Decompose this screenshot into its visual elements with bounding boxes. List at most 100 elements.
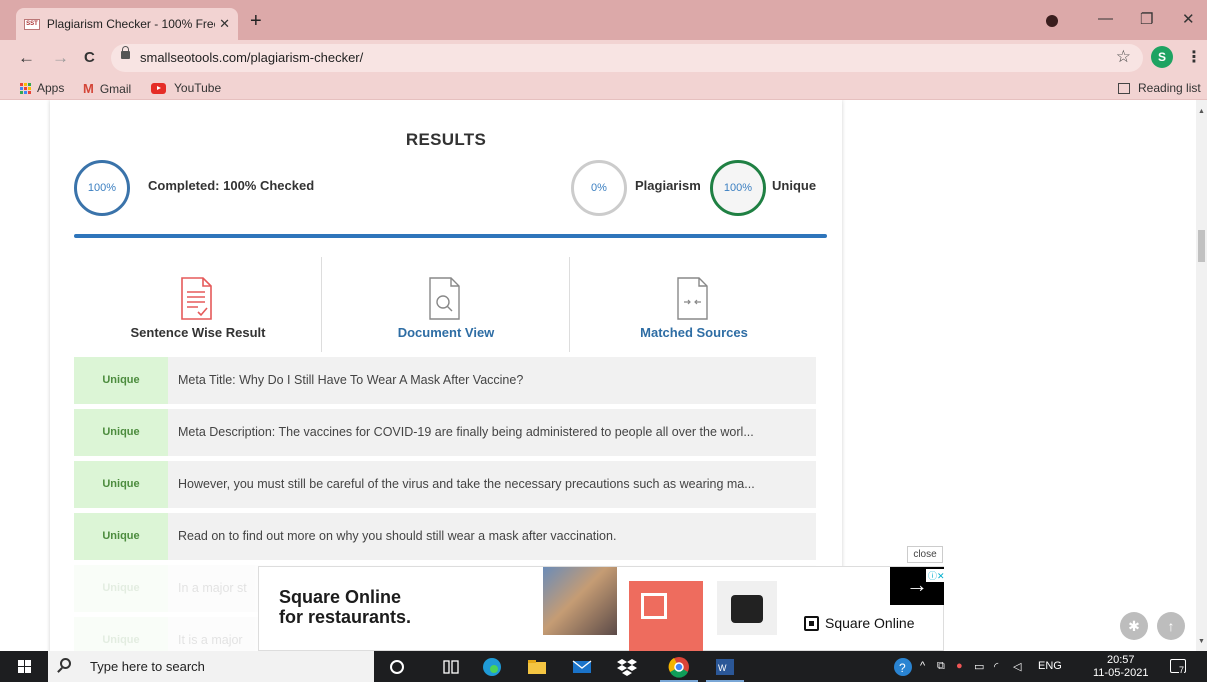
notification-icon[interactable]: 7: [1170, 659, 1186, 675]
completed-ring: 100%: [74, 160, 130, 216]
security-tray-icon[interactable]: ●: [956, 660, 963, 672]
printer-icon: [717, 581, 777, 635]
window-close-button[interactable]: ✕: [1182, 10, 1195, 28]
bookmarks-bar: Apps M Gmail YouTube Reading list: [0, 76, 1207, 100]
ad-close-button[interactable]: close: [907, 546, 943, 563]
clock-time: 20:57: [1106, 654, 1135, 666]
file-explorer-icon[interactable]: [526, 656, 548, 678]
wifi-icon[interactable]: ◜: [994, 660, 998, 673]
scroll-down-icon[interactable]: ▼: [1198, 638, 1205, 645]
result-row: Unique Meta Description: The vaccines fo…: [74, 409, 816, 456]
search-icon: [60, 658, 71, 669]
ad-brand-label: Square Online: [825, 615, 915, 631]
profile-avatar[interactable]: S: [1151, 46, 1173, 68]
cortana-icon[interactable]: [386, 656, 408, 678]
page-scrollbar[interactable]: ▲ ▼: [1196, 100, 1207, 651]
square-logo-icon: [804, 615, 819, 631]
unique-badge: Unique: [74, 513, 168, 560]
bookmark-youtube[interactable]: YouTube: [151, 81, 221, 95]
scroll-up-icon[interactable]: ▲: [1198, 108, 1205, 115]
tab-matched-sources[interactable]: Matched Sources: [570, 257, 818, 352]
ad-banner[interactable]: Square Online for restaurants. Square On…: [258, 566, 947, 651]
unique-badge: Unique: [74, 617, 168, 651]
view-label: Document View: [397, 325, 495, 340]
apps-grid-icon: [20, 82, 31, 94]
ad-headline-line-2: for restaurants.: [279, 607, 412, 627]
chrome-icon[interactable]: [668, 656, 690, 678]
task-view-icon[interactable]: [440, 656, 462, 678]
lock-icon[interactable]: [121, 46, 130, 59]
results-title: RESULTS: [405, 130, 487, 149]
dropbox-icon[interactable]: [616, 656, 638, 678]
back-arrow-icon[interactable]: ←: [18, 48, 35, 68]
qr-code-icon: [629, 581, 703, 651]
notification-count: 7: [1179, 665, 1185, 675]
minimize-button[interactable]: —: [1098, 10, 1113, 27]
reading-list-icon: [1118, 82, 1130, 94]
scroll-to-top-button[interactable]: ↑: [1157, 612, 1185, 640]
result-row: Unique However, you must still be carefu…: [74, 461, 816, 508]
scroll-thumb[interactable]: [1198, 230, 1205, 262]
document-search-icon: [429, 277, 460, 320]
system-clock[interactable]: 20:57 11-05-2021: [1093, 654, 1148, 680]
unique-badge: Unique: [74, 565, 168, 612]
unique-label: Unique: [772, 178, 817, 193]
url-text[interactable]: smallseotools.com/plagiarism-checker/: [140, 50, 363, 65]
bookmark-gmail[interactable]: M Gmail: [83, 81, 131, 96]
clock-date: 11-05-2021: [1093, 667, 1149, 679]
unique-badge: Unique: [74, 461, 168, 508]
battery-icon[interactable]: ▭: [974, 660, 984, 673]
bookmark-apps[interactable]: Apps: [20, 81, 64, 95]
sentence-text: Meta Title: Why Do I Still Have To Wear …: [168, 357, 816, 404]
tab-title: Plagiarism Checker - 100% Free P: [46, 17, 216, 31]
gmail-icon: M: [83, 81, 94, 96]
sentence-text: However, you must still be careful of th…: [168, 461, 816, 508]
bookmark-label: Apps: [37, 81, 65, 95]
adchoices-icon[interactable]: ⓘ✕: [926, 569, 947, 582]
reload-icon[interactable]: C: [84, 49, 95, 66]
windows-start-icon[interactable]: [18, 660, 31, 673]
browser-tab[interactable]: SST Plagiarism Checker - 100% Free P ✕: [16, 8, 238, 40]
volume-icon[interactable]: ◁: [1013, 660, 1021, 673]
svg-text:?: ?: [899, 661, 906, 675]
bookmark-label: Gmail: [99, 81, 132, 96]
youtube-icon: [151, 82, 166, 94]
reading-list-label: Reading list: [1138, 81, 1201, 95]
sentence-text: Read on to find out more on why you shou…: [168, 513, 816, 560]
unique-badge: Unique: [74, 357, 168, 404]
unique-ring: 100%: [710, 160, 766, 216]
bookmark-star-icon[interactable]: ☆: [1116, 47, 1131, 67]
edge-browser-icon[interactable]: [481, 656, 503, 678]
ad-photo: [543, 567, 617, 635]
tab-sentence-wise-result[interactable]: Sentence Wise Result: [74, 257, 322, 352]
tab-close-icon[interactable]: ✕: [219, 16, 230, 32]
maximize-button[interactable]: ❐: [1140, 10, 1153, 28]
bug-report-button[interactable]: ✱: [1120, 612, 1148, 640]
browser-menu-icon[interactable]: ⋮: [1186, 47, 1202, 67]
chevron-up-icon[interactable]: ^: [920, 660, 925, 672]
language-indicator[interactable]: ENG: [1038, 660, 1062, 672]
profile-indicator-icon[interactable]: [1046, 15, 1058, 27]
sentence-document-icon: [181, 277, 212, 320]
address-bar[interactable]: smallseotools.com/plagiarism-checker/ ☆: [111, 44, 1143, 72]
completed-label: Completed: 100% Checked: [148, 178, 315, 193]
plagiarism-ring: 0%: [571, 160, 627, 216]
meet-now-icon[interactable]: ⧉: [937, 660, 945, 673]
forward-arrow-icon[interactable]: →: [52, 48, 69, 68]
reading-list-button[interactable]: Reading list: [1118, 81, 1201, 95]
browser-toolbar: ← → C smallseotools.com/plagiarism-check…: [0, 40, 1207, 76]
taskbar-search[interactable]: Type here to search: [48, 651, 374, 682]
tab-strip: SST Plagiarism Checker - 100% Free P ✕ +…: [0, 0, 1207, 40]
sentence-text: Meta Description: The vaccines for COVID…: [168, 409, 816, 456]
view-label: Sentence Wise Result: [130, 325, 266, 340]
result-row: Unique Meta Title: Why Do I Still Have T…: [74, 357, 816, 404]
ad-headline-line-1: Square Online: [279, 587, 402, 607]
word-icon[interactable]: W: [714, 656, 736, 678]
new-tab-button[interactable]: +: [250, 11, 262, 31]
tab-document-view[interactable]: Document View: [322, 257, 570, 352]
progress-bar: [74, 234, 827, 238]
view-label: Matched Sources: [640, 325, 748, 340]
help-tray-icon[interactable]: ?: [893, 657, 913, 677]
site-favicon-icon: SST: [24, 18, 40, 30]
mail-icon[interactable]: [571, 656, 593, 678]
